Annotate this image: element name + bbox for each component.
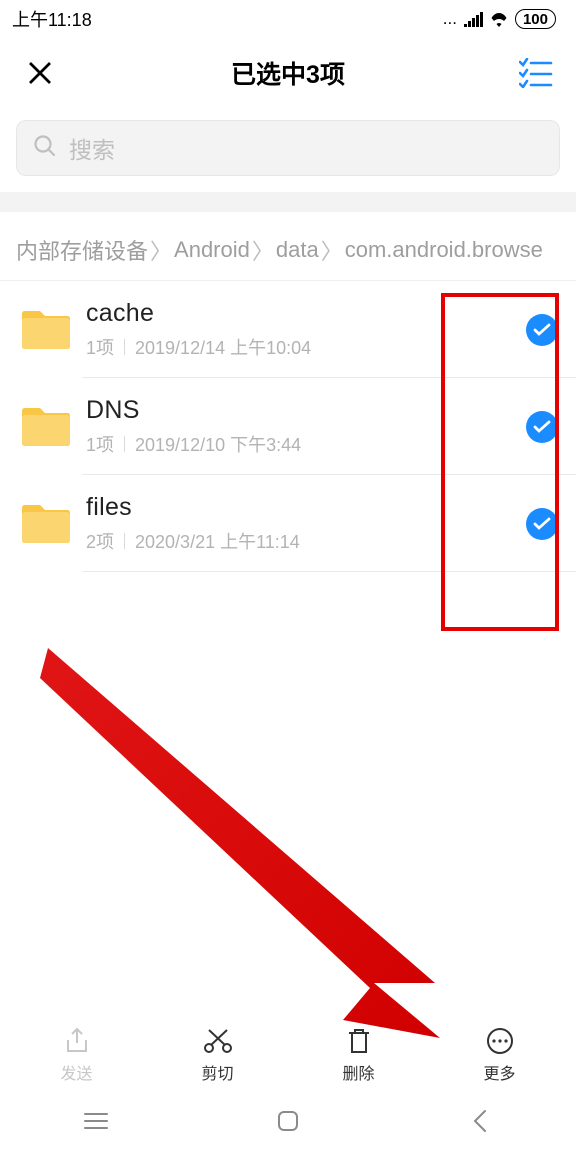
list-item[interactable]: files 2项2020/3/21 上午11:14: [0, 475, 576, 572]
nav-back-button[interactable]: [430, 1108, 530, 1134]
breadcrumb[interactable]: 内部存储设备 〉 Android 〉 data 〉 com.android.br…: [0, 212, 576, 280]
checklist-icon: [519, 58, 553, 88]
check-icon: [533, 323, 551, 337]
wifi-icon: [489, 12, 509, 27]
delete-button[interactable]: 删除: [311, 1026, 407, 1084]
share-icon: [62, 1026, 92, 1056]
send-button: 发送: [29, 1026, 125, 1084]
annotation-arrow: [40, 648, 440, 1038]
breadcrumb-item[interactable]: 内部存储设备: [16, 234, 148, 266]
breadcrumb-item[interactable]: Android: [174, 237, 250, 263]
action-bar: 发送 剪切 删除 更多: [6, 1014, 570, 1094]
dots-icon: ...: [443, 9, 457, 29]
folder-meta: 1项2019/12/10 下午3:44: [86, 431, 526, 457]
check-icon: [533, 420, 551, 434]
status-time: 上午11:18: [12, 6, 92, 32]
scissors-icon: [203, 1026, 233, 1056]
nav-home-button[interactable]: [238, 1109, 338, 1133]
status-bar: 上午11:18 ... 100: [0, 0, 576, 36]
folder-list: cache 1项2019/12/14 上午10:04 DNS 1项2019/12…: [0, 280, 576, 572]
search-placeholder: 搜索: [69, 131, 115, 165]
chevron-right-icon: 〉: [252, 234, 274, 266]
folder-meta: 2项2020/3/21 上午11:14: [86, 528, 526, 554]
list-item[interactable]: DNS 1项2019/12/10 下午3:44: [0, 378, 576, 475]
nav-recent-button[interactable]: [46, 1111, 146, 1131]
list-item[interactable]: cache 1项2019/12/14 上午10:04: [0, 281, 576, 378]
close-icon: [25, 58, 55, 88]
close-button[interactable]: [20, 53, 60, 93]
breadcrumb-item[interactable]: com.android.browse: [345, 237, 543, 263]
checkbox-checked[interactable]: [526, 411, 558, 443]
more-icon: [485, 1026, 515, 1056]
search-container: 搜索: [0, 110, 576, 192]
checkbox-checked[interactable]: [526, 508, 558, 540]
folder-icon: [20, 405, 72, 449]
cut-button[interactable]: 剪切: [170, 1026, 266, 1084]
breadcrumb-item[interactable]: data: [276, 237, 319, 263]
folder-icon: [20, 308, 72, 352]
signal-icon: [463, 12, 483, 27]
header: 已选中3项: [0, 36, 576, 110]
folder-name: DNS: [86, 396, 526, 425]
folder-name: files: [86, 493, 526, 522]
more-button[interactable]: 更多: [452, 1026, 548, 1084]
folder-icon: [20, 502, 72, 546]
battery-icon: 100: [515, 9, 556, 29]
trash-icon: [344, 1026, 374, 1056]
chevron-right-icon: 〉: [150, 234, 172, 266]
folder-meta: 1项2019/12/14 上午10:04: [86, 334, 526, 360]
page-title: 已选中3项: [231, 55, 345, 91]
check-icon: [533, 517, 551, 531]
android-nav-bar: [0, 1090, 576, 1152]
status-right: ... 100: [443, 9, 556, 29]
checkbox-checked[interactable]: [526, 314, 558, 346]
chevron-right-icon: 〉: [321, 234, 343, 266]
search-icon: [33, 134, 57, 163]
search-input[interactable]: 搜索: [16, 120, 560, 176]
section-gap: [0, 192, 576, 212]
folder-name: cache: [86, 299, 526, 328]
select-all-button[interactable]: [516, 53, 556, 93]
